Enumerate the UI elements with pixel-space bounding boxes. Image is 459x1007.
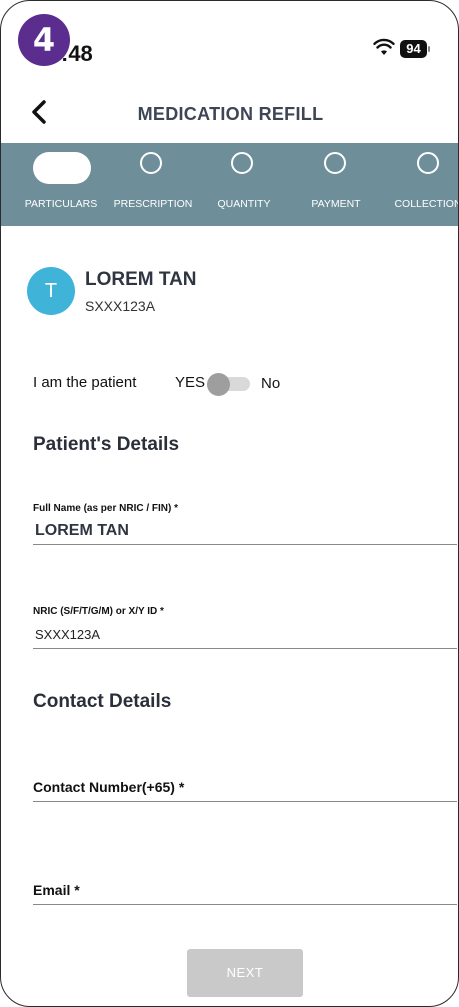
step-label-prescription: PRESCRIPTION [113, 198, 193, 210]
nric-underline [33, 648, 457, 649]
step-particulars-indicator[interactable] [33, 152, 91, 184]
full-name-field[interactable]: LOREM TAN [35, 522, 129, 540]
next-button[interactable]: NEXT [187, 949, 303, 997]
step-quantity-indicator[interactable] [231, 152, 253, 174]
i-am-patient-label: I am the patient [33, 374, 137, 391]
patient-id: SXXX123A [85, 298, 156, 314]
battery-indicator: 94 [400, 40, 427, 58]
phone-frame: 4 :48 94 MEDICATION REFILL PARTICULARS P… [0, 0, 459, 1007]
full-name-label: Full Name (as per NRIC / FIN) * [33, 503, 179, 514]
battery-tip [428, 46, 430, 52]
patient-details-heading: Patient's Details [33, 434, 180, 455]
toggle-no-label: No [261, 375, 281, 392]
step-prescription-indicator[interactable] [140, 152, 162, 174]
contact-number-field[interactable]: Contact Number(+65) * [33, 779, 184, 795]
step-label-collection: COLLECTION [394, 198, 459, 210]
contact-number-underline [33, 801, 457, 802]
nric-field[interactable]: SXXX123A [35, 627, 100, 642]
toggle-yes-label: YES [175, 374, 206, 391]
step-label-quantity: QUANTITY [217, 198, 271, 210]
email-field[interactable]: Email * [33, 882, 80, 898]
step-payment-indicator[interactable] [324, 152, 346, 174]
wifi-icon [373, 38, 395, 55]
tutorial-step-badge: 4 [18, 14, 70, 66]
page-title: MEDICATION REFILL [137, 104, 324, 124]
contact-details-heading: Contact Details [33, 691, 172, 712]
email-underline [33, 904, 457, 905]
step-label-particulars: PARTICULARS [24, 198, 98, 210]
avatar: T [27, 267, 75, 315]
full-name-underline [33, 544, 457, 545]
step-collection-indicator[interactable] [417, 152, 439, 174]
patient-name: LOREM TAN [85, 269, 197, 290]
nric-label: NRIC (S/F/T/G/M) or X/Y ID * [33, 606, 164, 617]
patient-toggle-knob[interactable] [207, 373, 230, 396]
step-label-payment: PAYMENT [311, 198, 361, 210]
